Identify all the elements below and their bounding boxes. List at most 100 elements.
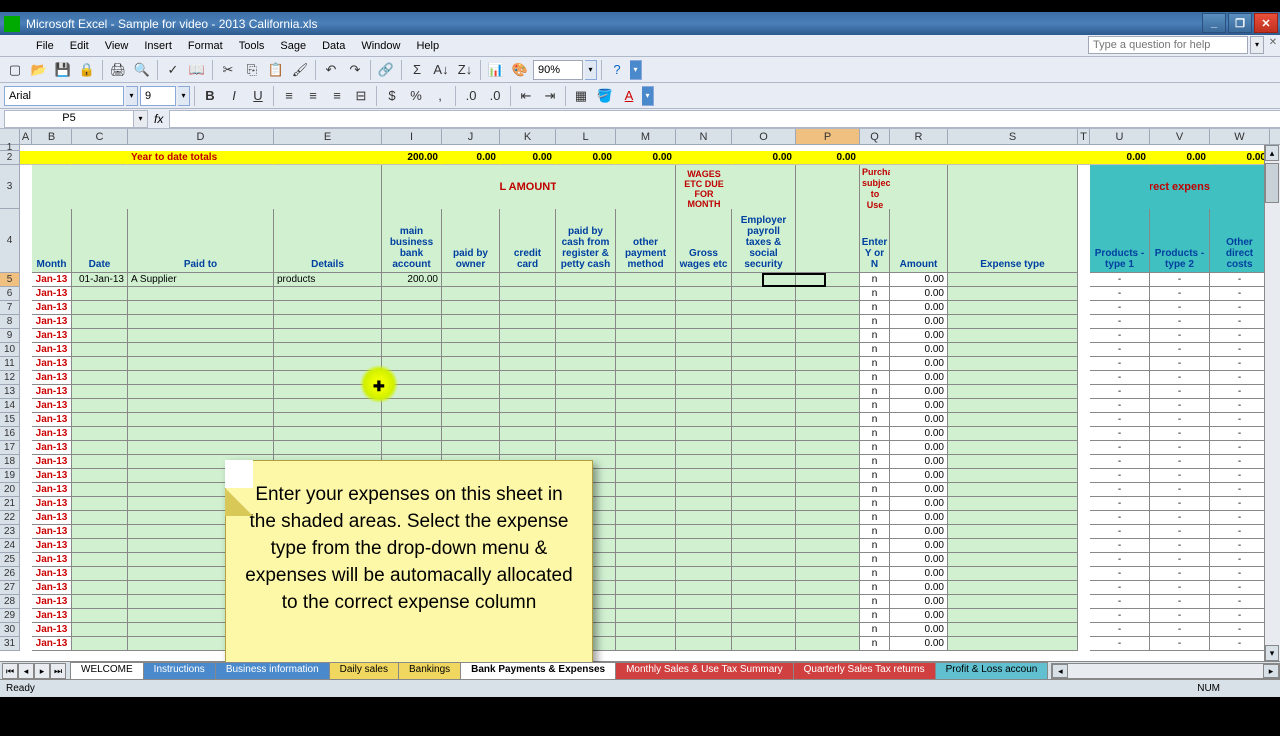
sheet-tab-monthly-sales-use-tax-summary[interactable]: Monthly Sales & Use Tax Summary: [615, 662, 794, 679]
cell-L6[interactable]: [556, 287, 616, 301]
cell-B6[interactable]: Jan-13: [32, 287, 72, 301]
cell-N10[interactable]: [676, 343, 732, 357]
tab-last-button[interactable]: ⏭: [50, 663, 66, 679]
cell-S15[interactable]: [948, 413, 1078, 427]
cell-R17[interactable]: 0.00: [890, 441, 948, 455]
font-dd-icon[interactable]: ▾: [126, 86, 138, 106]
cell-M8[interactable]: [616, 315, 676, 329]
cell-U5[interactable]: -: [1090, 273, 1150, 287]
cell-D13[interactable]: [128, 385, 274, 399]
cell-V26[interactable]: -: [1150, 567, 1210, 581]
cell-J16[interactable]: [442, 427, 500, 441]
cell-O8[interactable]: [732, 315, 796, 329]
help-dropdown-icon[interactable]: ▾: [1250, 36, 1264, 54]
cell-Q23[interactable]: n: [860, 525, 890, 539]
cell-T3[interactable]: [1078, 165, 1090, 209]
cell-M31[interactable]: [616, 637, 676, 651]
cell-P28[interactable]: [796, 595, 860, 609]
cell-W14[interactable]: -: [1210, 399, 1270, 413]
cell-P25[interactable]: [796, 553, 860, 567]
cell-A26[interactable]: [20, 567, 32, 581]
cell-Q9[interactable]: n: [860, 329, 890, 343]
cell-C2[interactable]: [72, 151, 128, 165]
cell-T5[interactable]: [1078, 273, 1090, 287]
cell-O22[interactable]: [732, 511, 796, 525]
cell-R28[interactable]: 0.00: [890, 595, 948, 609]
cell-I5[interactable]: 200.00: [382, 273, 442, 287]
underline-button[interactable]: U: [247, 85, 269, 107]
cell-S11[interactable]: [948, 357, 1078, 371]
cell-A2[interactable]: [20, 151, 32, 165]
cell-O13[interactable]: [732, 385, 796, 399]
cell-M13[interactable]: [616, 385, 676, 399]
sort-desc-button[interactable]: Z↓: [454, 59, 476, 81]
cell-T25[interactable]: [1078, 553, 1090, 567]
cell-Q13[interactable]: n: [860, 385, 890, 399]
cell-A25[interactable]: [20, 553, 32, 567]
sheet-tab-welcome[interactable]: WELCOME: [70, 662, 144, 679]
cell-V25[interactable]: -: [1150, 553, 1210, 567]
cell-S19[interactable]: [948, 469, 1078, 483]
cell-P27[interactable]: [796, 581, 860, 595]
cell-Q17[interactable]: n: [860, 441, 890, 455]
cell-O3[interactable]: [732, 165, 796, 209]
cell-S23[interactable]: [948, 525, 1078, 539]
cell-B5[interactable]: Jan-13: [32, 273, 72, 287]
cell-O21[interactable]: [732, 497, 796, 511]
cell-L8[interactable]: [556, 315, 616, 329]
col-header-P[interactable]: P: [796, 129, 860, 145]
row-header-8[interactable]: 8: [0, 315, 20, 329]
menu-format[interactable]: Format: [180, 37, 231, 55]
cell-B10[interactable]: Jan-13: [32, 343, 72, 357]
font-name-input[interactable]: [4, 86, 124, 106]
cell-U18[interactable]: -: [1090, 455, 1150, 469]
cell-C19[interactable]: [72, 469, 128, 483]
cell-O15[interactable]: [732, 413, 796, 427]
undo-button[interactable]: ↶: [320, 59, 342, 81]
col-header-C[interactable]: C: [72, 129, 128, 145]
cell-L4[interactable]: paid by cash from register & petty cash: [556, 209, 616, 273]
cell-T15[interactable]: [1078, 413, 1090, 427]
percent-button[interactable]: %: [405, 85, 427, 107]
cell-U26[interactable]: -: [1090, 567, 1150, 581]
cell-E6[interactable]: [274, 287, 382, 301]
zoom-input[interactable]: [533, 60, 583, 80]
cell-I9[interactable]: [382, 329, 442, 343]
cell-P23[interactable]: [796, 525, 860, 539]
cell-S27[interactable]: [948, 581, 1078, 595]
font-size-input[interactable]: [140, 86, 176, 106]
row-header-23[interactable]: 23: [0, 525, 20, 539]
cell-B31[interactable]: Jan-13: [32, 637, 72, 651]
cell-W30[interactable]: -: [1210, 623, 1270, 637]
cell-J17[interactable]: [442, 441, 500, 455]
align-left-button[interactable]: ≡: [278, 85, 300, 107]
cell-T24[interactable]: [1078, 539, 1090, 553]
cell-B30[interactable]: Jan-13: [32, 623, 72, 637]
cell-T10[interactable]: [1078, 343, 1090, 357]
cell-M15[interactable]: [616, 413, 676, 427]
cell-E14[interactable]: [274, 399, 382, 413]
paste-button[interactable]: 📋: [265, 59, 287, 81]
cell-P22[interactable]: [796, 511, 860, 525]
cell-U24[interactable]: -: [1090, 539, 1150, 553]
cell-P16[interactable]: [796, 427, 860, 441]
cell-Q10[interactable]: n: [860, 343, 890, 357]
cell-O12[interactable]: [732, 371, 796, 385]
row-header-10[interactable]: 10: [0, 343, 20, 357]
permission-button[interactable]: 🔒: [76, 59, 98, 81]
cell-P19[interactable]: [796, 469, 860, 483]
row-header-3[interactable]: 3: [0, 165, 20, 209]
cell-K14[interactable]: [500, 399, 556, 413]
print-button[interactable]: 🖨: [107, 59, 129, 81]
cell-U8[interactable]: -: [1090, 315, 1150, 329]
cell-A21[interactable]: [20, 497, 32, 511]
cell-W21[interactable]: -: [1210, 497, 1270, 511]
col-header-W[interactable]: W: [1210, 129, 1270, 145]
cell-N31[interactable]: [676, 637, 732, 651]
cell-P24[interactable]: [796, 539, 860, 553]
sheet-tab-instructions[interactable]: Instructions: [143, 662, 216, 679]
cell-S5[interactable]: [948, 273, 1078, 287]
cell-O25[interactable]: [732, 553, 796, 567]
cell-Q29[interactable]: n: [860, 609, 890, 623]
cell-U29[interactable]: -: [1090, 609, 1150, 623]
